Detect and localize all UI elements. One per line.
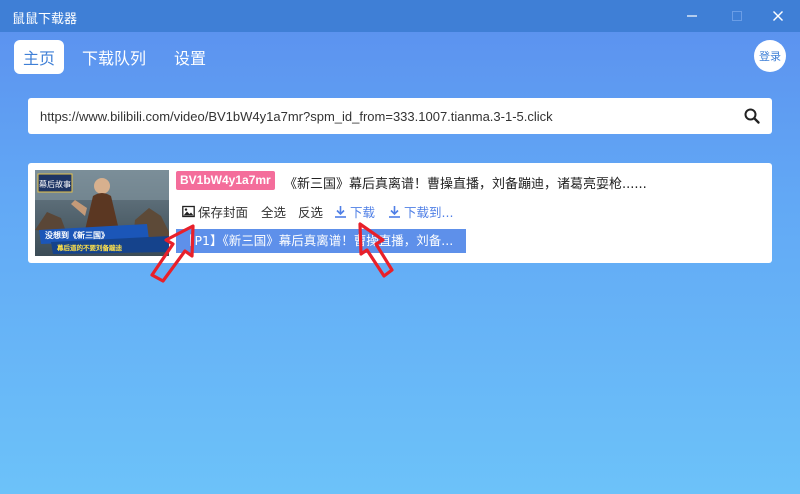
thumbnail-caption-1: 没想到《新三国》: [45, 230, 109, 240]
invert-selection-label: 反选: [298, 205, 324, 220]
title-bar: 鼠鼠下载器: [0, 0, 800, 32]
download-to-label: 下载到...: [404, 205, 454, 220]
login-label: 登录: [759, 50, 781, 63]
minimize-icon: [687, 15, 697, 17]
close-button[interactable]: [766, 4, 790, 28]
select-all-label: 全选: [261, 205, 287, 220]
invert-selection-button[interactable]: 反选: [298, 202, 323, 221]
app-title: 鼠鼠下载器: [12, 12, 78, 27]
thumbnail-image: 幕后故事 没想到《新三国》 幕后道的不要刘备蹦迪: [35, 170, 169, 256]
close-icon: [773, 11, 783, 21]
video-card: 幕后故事 没想到《新三国》 幕后道的不要刘备蹦迪 BV1bW4y1a7mr 《新…: [28, 163, 772, 263]
tab-settings[interactable]: 设置: [174, 40, 206, 74]
save-cover-label: 保存封面: [198, 205, 249, 220]
download-button[interactable]: 下载: [334, 202, 375, 221]
select-all-button[interactable]: 全选: [261, 202, 286, 221]
download-label: 下载: [350, 205, 376, 220]
download-to-icon: [389, 206, 400, 218]
url-input[interactable]: [40, 98, 730, 134]
tab-download-queue[interactable]: 下载队列: [82, 40, 146, 74]
thumbnail-caption-2: 幕后道的不要刘备蹦迪: [56, 243, 123, 252]
part-item[interactable]: 【P1】《新三国》幕后真离谱！曹操直播，刘备...: [176, 229, 466, 253]
video-title: 《新三国》幕后真离谱！曹操直播，刘备蹦迪，诸葛亮耍枪......: [284, 177, 647, 192]
download-to-button[interactable]: 下载到...: [388, 202, 453, 221]
tab-home-label: 主页: [22, 49, 55, 68]
video-thumbnail: 幕后故事 没想到《新三国》 幕后道的不要刘备蹦迪: [35, 170, 169, 256]
image-icon: [182, 205, 195, 218]
maximize-icon: [732, 11, 742, 21]
tab-settings-label: 设置: [174, 49, 207, 68]
bvid-badge: BV1bW4y1a7mr: [176, 171, 275, 190]
download-icon: [335, 206, 346, 218]
maximize-button[interactable]: [725, 4, 749, 28]
search-icon: [744, 108, 760, 124]
tab-home[interactable]: 主页: [14, 40, 64, 74]
thumbnail-tag: 幕后故事: [39, 179, 71, 189]
url-search-bar: [28, 98, 772, 134]
search-button[interactable]: [742, 106, 762, 126]
login-button[interactable]: 登录: [754, 40, 786, 72]
save-cover-button[interactable]: 保存封面: [182, 202, 248, 221]
minimize-button[interactable]: [680, 4, 704, 28]
part-item-label: 【P1】《新三国》幕后真离谱！曹操直播，刘备...: [182, 233, 454, 248]
tab-download-queue-label: 下载队列: [82, 49, 147, 68]
